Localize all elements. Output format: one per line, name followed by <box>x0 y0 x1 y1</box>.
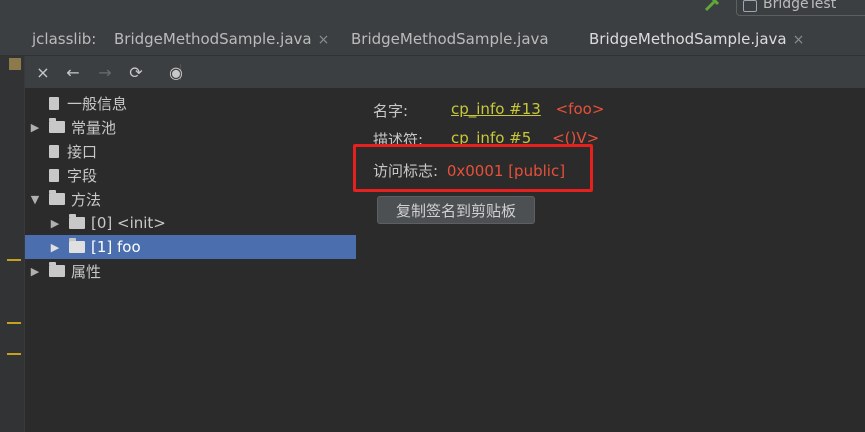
jclasslib-toolbar: × ← → ⟳ ◉ <box>25 56 865 88</box>
close-tab-icon[interactable]: × <box>793 32 805 48</box>
file-icon <box>49 96 59 110</box>
tab-bridge-method-sample-2[interactable]: BridgeMethodSample.java <box>351 30 549 48</box>
tree-node-fields[interactable]: 字段 <box>49 163 97 187</box>
tab-bridge-method-sample-1[interactable]: BridgeMethodSample.java × <box>114 30 329 48</box>
tree-node-label: 常量池 <box>71 118 117 137</box>
expand-arrow-icon[interactable]: ▶ <box>49 217 61 230</box>
tool-window-title: jclasslib: <box>32 30 97 48</box>
expand-arrow-icon[interactable]: ▶ <box>49 241 61 254</box>
web-globe-icon[interactable]: ◉ <box>166 62 186 82</box>
gutter-change-marker[interactable] <box>7 322 21 324</box>
expand-arrow-icon[interactable]: ▶ <box>29 121 41 134</box>
tree-node-constant-pool[interactable]: ▶ 常量池 <box>29 115 116 139</box>
tab-bridge-method-sample-3[interactable]: BridgeMethodSample.java × <box>589 30 804 48</box>
run-config-label: BridgeTest <box>763 0 837 12</box>
name-value-row: cp_info #13 <foo> <box>451 100 604 118</box>
tab-label: BridgeMethodSample.java <box>589 30 787 48</box>
tree-node-interfaces[interactable]: 接口 <box>49 139 97 163</box>
collapse-arrow-icon[interactable]: ▼ <box>29 193 41 206</box>
gutter-marker-icon <box>9 58 21 70</box>
annotation-highlight-box <box>353 144 593 192</box>
tree-node-attributes[interactable]: ▶ 属性 <box>29 259 101 283</box>
close-tab-icon[interactable]: × <box>318 32 330 48</box>
folder-icon <box>49 118 65 133</box>
editor-tab-bar: jclasslib: BridgeMethodSample.java × Brid… <box>0 22 865 77</box>
tree-node-label: 接口 <box>67 142 98 161</box>
forward-arrow-icon[interactable]: → <box>95 62 115 82</box>
folder-icon <box>69 214 85 229</box>
build-hammer-icon[interactable] <box>702 0 720 12</box>
method-detail-panel: 名字: cp_info #13 <foo> 描述符: cp_info #5 <(… <box>356 88 865 432</box>
folder-icon <box>49 190 65 205</box>
folder-icon <box>69 238 85 253</box>
tree-node-label: 一般信息 <box>67 94 128 113</box>
close-icon[interactable]: × <box>33 62 53 82</box>
tab-label: BridgeMethodSample.java <box>351 30 549 48</box>
name-value: <foo> <box>555 100 605 118</box>
file-icon <box>49 168 59 182</box>
folder-icon <box>49 262 65 277</box>
refresh-icon[interactable]: ⟳ <box>126 62 146 82</box>
file-icon <box>49 144 59 158</box>
name-row: 名字: <box>373 100 408 121</box>
editor-gutter <box>0 56 25 432</box>
name-cp-info-link[interactable]: cp_info #13 <box>451 100 541 118</box>
gutter-change-marker[interactable] <box>7 259 21 261</box>
tree-node-general-info[interactable]: 一般信息 <box>49 91 127 115</box>
run-config-icon <box>743 0 757 12</box>
tree-node-label: [0] <init> <box>91 214 166 232</box>
tab-label: BridgeMethodSample.java <box>114 30 312 48</box>
expand-arrow-icon[interactable]: ▶ <box>29 265 41 278</box>
tree-node-method-init[interactable]: ▶ [0] <init> <box>49 211 166 235</box>
tree-node-label: 字段 <box>67 166 98 185</box>
tree-node-method-foo[interactable]: ▶ [1] foo <box>25 235 356 259</box>
name-label: 名字: <box>373 102 409 120</box>
title-bar: BridgeTest <box>0 0 865 22</box>
run-configuration-selector[interactable]: BridgeTest <box>736 0 865 16</box>
tree-node-label: 方法 <box>71 190 102 209</box>
gutter-change-marker[interactable] <box>7 353 21 355</box>
tree-node-label: [1] foo <box>91 238 141 256</box>
copy-signature-button[interactable]: 复制签名到剪贴板 <box>377 196 535 224</box>
back-arrow-icon[interactable]: ← <box>63 62 83 82</box>
tree-node-label: 属性 <box>71 262 102 281</box>
tree-node-methods[interactable]: ▼ 方法 <box>29 187 101 211</box>
class-structure-tree: 一般信息 ▶ 常量池 接口 字段 ▼ 方法 ▶ [0] <init> ▶ [1]… <box>25 88 356 432</box>
